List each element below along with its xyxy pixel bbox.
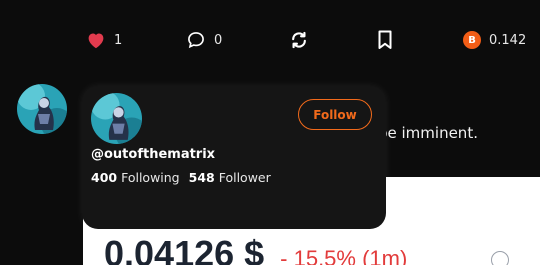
bookmark-icon — [378, 30, 392, 49]
avatar-image — [17, 84, 67, 134]
like-button[interactable]: 1 — [86, 22, 122, 58]
follow-button[interactable]: Follow — [298, 99, 372, 130]
following-stat[interactable]: 400 Following — [91, 170, 180, 185]
post-text: be imminent. — [378, 124, 478, 142]
info-icon[interactable] — [491, 251, 509, 265]
profile-handle[interactable]: @outofthematrix — [91, 147, 215, 162]
comment-icon — [188, 32, 204, 49]
follower-stat[interactable]: 548 Follower — [189, 170, 271, 185]
tip-button[interactable]: B 0.142 — [463, 22, 526, 58]
tip-amount: 0.142 — [489, 32, 527, 48]
comment-count: 0 — [214, 32, 223, 48]
price-change: - 15.5% (1m) — [280, 246, 408, 265]
repost-icon — [292, 31, 306, 49]
follower-count: 548 — [188, 170, 215, 185]
post-action-bar: 1 0 B 0.142 — [0, 22, 540, 58]
profile-stats: 400 Following 548 Follower — [91, 170, 271, 185]
following-count: 400 — [91, 170, 118, 185]
price-readout: 0.04126 $ - 15.5% (1m) — [104, 233, 407, 265]
bitcoin-icon: B — [463, 31, 481, 49]
like-count: 1 — [114, 32, 123, 48]
heart-icon — [88, 33, 104, 49]
avatar-image — [91, 93, 142, 144]
repost-button[interactable] — [289, 22, 309, 58]
comment-button[interactable]: 0 — [186, 22, 222, 58]
profile-avatar[interactable] — [91, 93, 142, 144]
author-avatar[interactable] — [17, 84, 67, 134]
profile-hover-card: Follow @outofthematrix 400 Following 548… — [82, 86, 386, 229]
follower-label: Follower — [218, 170, 271, 185]
following-label: Following — [121, 170, 180, 185]
bookmark-button[interactable] — [377, 22, 393, 58]
token-price: 0.04126 $ — [104, 233, 265, 265]
